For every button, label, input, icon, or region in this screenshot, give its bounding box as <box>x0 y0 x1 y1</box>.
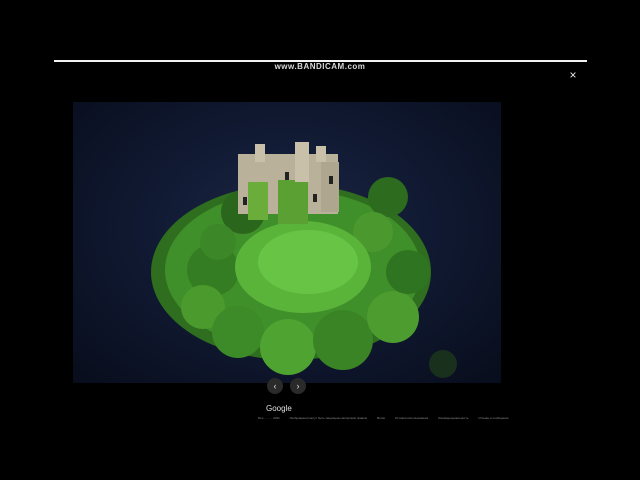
footer-link[interactable]: Изображения могут быть защищены авторски… <box>290 416 367 420</box>
bandicam-watermark: www.BANDICAM.com <box>274 62 366 71</box>
image-viewer[interactable] <box>73 102 501 383</box>
footer-link[interactable]: Конфиденциальность <box>438 416 468 420</box>
footer-link[interactable]: Фотки <box>377 416 385 420</box>
footer-link[interactable]: Условия использования <box>395 416 428 420</box>
footer-link[interactable]: Отзывы и сообщения <box>478 416 508 420</box>
next-image-icon[interactable]: › <box>290 378 306 394</box>
footer-link[interactable]: Dev... ... ... 2021 <box>258 416 280 420</box>
castle-island-image <box>151 142 457 378</box>
previous-image-icon[interactable]: ‹ <box>267 378 283 394</box>
close-icon[interactable]: × <box>566 68 580 82</box>
footer-links: Dev... ... ... 2021 Изображения могут бы… <box>258 416 517 420</box>
google-brand[interactable]: Google <box>266 404 292 413</box>
